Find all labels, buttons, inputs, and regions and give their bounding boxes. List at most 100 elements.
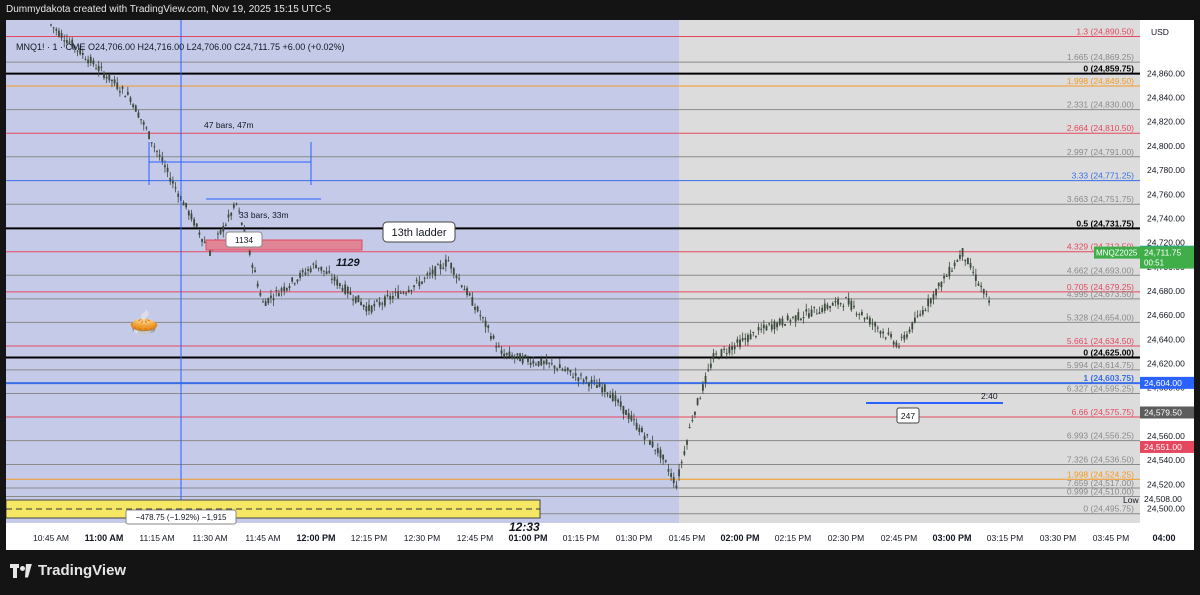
candle-body — [863, 317, 866, 320]
fib-level-label: 7.326 (24,536.50) — [1067, 454, 1134, 464]
x-tick-label: 01:15 PM — [563, 533, 599, 543]
candle-body — [137, 112, 140, 118]
candle-body — [50, 24, 52, 26]
candle-body — [876, 327, 879, 329]
low-time-label: 12:33 — [509, 520, 540, 534]
candle-body — [490, 336, 492, 340]
candle-body — [362, 304, 365, 308]
candle-body — [182, 202, 185, 206]
fib-level-label: 2.997 (24,791.00) — [1067, 147, 1134, 157]
candle-body — [452, 268, 455, 275]
candle-body — [232, 204, 235, 208]
x-tick-label: 01:45 PM — [669, 533, 705, 543]
candle-body — [720, 349, 723, 357]
candle-body — [272, 298, 275, 301]
candle-body — [641, 427, 643, 433]
candle-body — [521, 355, 524, 364]
candle-body — [815, 313, 818, 315]
candle-body — [664, 460, 667, 462]
fib-level-label: 4.662 (24,693.00) — [1067, 265, 1134, 275]
candle-body — [789, 320, 792, 322]
candle-body — [500, 350, 503, 354]
candle-body — [733, 345, 736, 350]
candle-body — [887, 332, 890, 335]
candle-body — [113, 79, 116, 84]
candle-body — [89, 56, 92, 63]
candle-body — [105, 76, 108, 79]
candle-body — [280, 288, 283, 291]
candle-body — [447, 260, 450, 262]
candle-body — [890, 334, 892, 338]
candle-body — [670, 473, 672, 477]
fib-level-label: 1.665 (24,869.25) — [1067, 52, 1134, 62]
y-tick-label: 24,780.00 — [1147, 165, 1185, 175]
candle-body — [132, 104, 135, 108]
candle-body — [450, 263, 453, 269]
candle-body — [688, 426, 691, 429]
candle-body — [937, 283, 940, 287]
candle-body — [839, 303, 842, 305]
candle-body — [659, 449, 662, 459]
x-tick-label: 12:15 PM — [351, 533, 387, 543]
ladder-callout: 13th ladder — [391, 227, 446, 239]
candle-body — [590, 379, 593, 384]
candle-body — [97, 65, 100, 71]
candle-body — [619, 401, 622, 407]
candle-body — [413, 285, 415, 288]
candle-body — [924, 309, 927, 311]
candle-body — [855, 313, 858, 315]
candle-body — [460, 285, 463, 288]
candle-body — [426, 273, 429, 276]
candle-body — [174, 187, 177, 189]
x-tick-label: 03:45 PM — [1093, 533, 1129, 543]
candle-body — [466, 288, 468, 296]
candle-body — [577, 377, 580, 382]
candle-body — [741, 337, 744, 341]
candle-body — [900, 336, 903, 338]
tradingview-logo[interactable]: TradingView — [10, 562, 126, 579]
candle-body — [630, 415, 633, 421]
price-chart[interactable]: 1.3 (24,890.50) 1.665 (24,869.25) 0 (24,85… — [6, 20, 1194, 550]
x-tick-label: 02:00 PM — [720, 533, 759, 543]
candle-body — [471, 296, 474, 306]
candle-body — [256, 283, 259, 287]
x-tick-label: 11:00 AM — [85, 533, 124, 543]
candle-body — [831, 303, 834, 306]
candle-body — [736, 339, 739, 343]
candle-body — [585, 376, 588, 380]
x-tick-label: 12:30 PM — [404, 533, 440, 543]
candle-body — [654, 449, 657, 451]
candle-body — [921, 310, 924, 315]
y-tick-label: 24,640.00 — [1147, 334, 1185, 344]
candle-body — [219, 230, 222, 234]
candle-body — [675, 485, 678, 488]
x-tick-label: 03:30 PM — [1040, 533, 1076, 543]
candle-body — [739, 339, 741, 348]
candle-body — [458, 278, 460, 280]
session-shade — [6, 20, 679, 523]
candle-body — [603, 384, 606, 392]
candle-body — [140, 119, 142, 121]
low-tag: Low — [1123, 495, 1139, 505]
candle-body — [444, 259, 447, 267]
candle-body — [360, 301, 362, 306]
candle-body — [487, 325, 490, 328]
candle-body — [474, 306, 476, 310]
candle-body — [943, 276, 945, 279]
candle-body — [723, 348, 725, 350]
candle-body — [770, 324, 773, 330]
candle-body — [760, 328, 763, 330]
candle-body — [572, 376, 574, 378]
fib-level-label: 3.663 (24,751.75) — [1067, 194, 1134, 204]
candle-body — [879, 331, 882, 334]
candle-body — [169, 178, 172, 182]
candle-body — [323, 270, 325, 272]
range1-label: 47 bars, 47m — [204, 120, 254, 130]
candle-body — [222, 225, 225, 232]
candle-body — [235, 203, 238, 205]
candle-body — [304, 272, 307, 275]
chart-panel[interactable]: 1.3 (24,890.50) 1.665 (24,869.25) 0 (24,85… — [6, 20, 1194, 550]
candle-body — [829, 306, 831, 308]
candle-body — [429, 272, 431, 275]
candle-body — [550, 363, 553, 365]
